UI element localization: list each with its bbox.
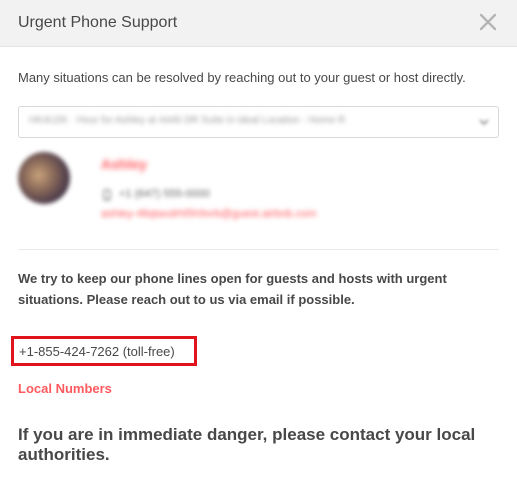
modal-content: Many situations can be resolved by reach… [0,68,517,310]
close-icon[interactable] [477,11,499,33]
local-numbers-link[interactable]: Local Numbers [18,381,112,396]
reservation-select[interactable]: HK4U2K · Hour for Ashley at 4446 DR Suit… [18,106,499,138]
reservation-select-value: HK4U2K · Hour for Ashley at 4446 DR Suit… [29,115,346,126]
chevron-down-icon [478,115,490,127]
host-phone-row: +1 (647) 555-0000 [101,188,210,201]
divider [18,249,499,250]
toll-free-number[interactable]: +1-855-424-7262 (toll-free) [19,344,175,359]
toll-free-highlight-box: +1-855-424-7262 (toll-free) [11,336,197,366]
modal-header: Urgent Phone Support [0,0,517,47]
host-email-link[interactable]: ashley-4ltqtaxdrhl5h9xrb@guest.airbnb.co… [101,208,316,220]
support-description: We try to keep our phone lines open for … [18,271,447,307]
phone-icon [101,188,113,201]
host-contact-card: Ashley +1 (647) 555-0000 ashley-4ltqtaxd… [18,152,499,232]
urgent-phone-support-modal: Urgent Phone Support Many situations can… [0,0,517,496]
modal-title: Urgent Phone Support [18,14,178,31]
avatar [18,152,70,204]
host-name: Ashley [101,156,147,172]
danger-notice: If you are in immediate danger, please c… [18,425,476,464]
intro-text: Many situations can be resolved by reach… [18,70,466,85]
host-phone[interactable]: +1 (647) 555-0000 [119,188,210,200]
